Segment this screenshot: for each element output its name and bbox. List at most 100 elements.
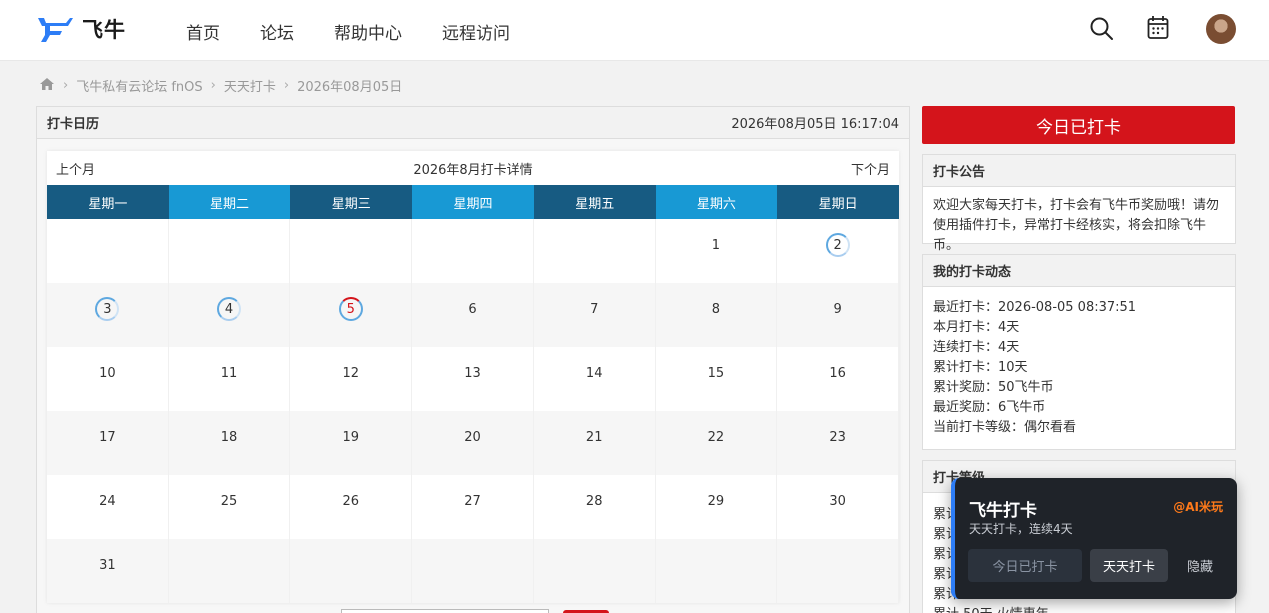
calendar-caption: 2026年8月打卡详情 xyxy=(413,162,533,178)
nav-remote-access[interactable]: 远程访问 xyxy=(442,19,510,44)
weekday-header: 星期五 xyxy=(533,185,656,219)
site-name: 飞牛 xyxy=(82,18,126,42)
day-number: 21 xyxy=(585,429,603,445)
popup-daily-checkin-button[interactable]: 天天打卡 xyxy=(1090,549,1168,582)
checked-in-today-button[interactable]: 今日已打卡 xyxy=(922,106,1235,144)
day-number: 18 xyxy=(220,429,238,445)
calendar-day-cell: 8 xyxy=(655,283,778,347)
calendar-day-cell: 7 xyxy=(533,283,656,347)
calendar-day-cell: 3 xyxy=(47,283,169,347)
calendar-day-cell: 1 xyxy=(656,219,778,283)
prev-month-link[interactable]: 上个月 xyxy=(56,159,95,178)
checked-day-number: 2 xyxy=(825,233,850,257)
day-number: 7 xyxy=(590,301,599,317)
day-number: 17 xyxy=(99,429,116,445)
calendar-day-cell: 21 xyxy=(533,411,656,475)
calendar-day-cell: 16 xyxy=(777,347,899,411)
breadcrumb-checkin[interactable]: 天天打卡 xyxy=(224,76,276,95)
calendar-day-cell: 10 xyxy=(47,347,169,411)
nav-forum[interactable]: 论坛 xyxy=(260,19,294,44)
checkin-popup: 飞牛打卡 @AI米玩 天天打卡，连续4天 今日已打卡 天天打卡 隐藏 xyxy=(951,478,1237,599)
day-number: 16 xyxy=(829,365,846,381)
popup-hide-button[interactable]: 隐藏 xyxy=(1175,549,1225,582)
calendar-day-cell: 19 xyxy=(290,411,413,475)
weekday-header: 星期二 xyxy=(168,185,291,219)
stat-level: 当前打卡等级：偶尔看看 xyxy=(933,420,1077,435)
weekday-header: 星期三 xyxy=(290,185,413,219)
calendar-day-cell: 12 xyxy=(290,347,413,411)
stat-streak: 连续打卡：4天 xyxy=(933,340,1020,355)
calendar-empty-cell xyxy=(412,219,534,283)
stat-last-checkin: 最近打卡：2026-08-05 08:37:51 xyxy=(933,300,1137,315)
calendar-day-cell: 29 xyxy=(656,475,778,539)
breadcrumb-separator: › xyxy=(283,78,290,93)
top-navigation-bar: 飞牛 首页 论坛 帮助中心 远程访问 xyxy=(0,0,1269,61)
calendar-day-cell: 14 xyxy=(534,347,656,411)
popup-brand: @AI米玩 xyxy=(1173,500,1223,514)
calendar-day-cell: 17 xyxy=(47,411,169,475)
nav-home[interactable]: 首页 xyxy=(186,19,220,44)
weekday-header: 星期日 xyxy=(777,185,899,219)
my-checkin-stats-card: 我的打卡动态 最近打卡：2026-08-05 08:37:51 本月打卡：4天 … xyxy=(922,254,1236,450)
calendar-day-cell: 9 xyxy=(777,283,899,347)
weekday-header: 星期四 xyxy=(412,185,534,219)
fnos-logo-icon xyxy=(38,18,73,42)
my-stats-list: 最近打卡：2026-08-05 08:37:51 本月打卡：4天 连续打卡：4天… xyxy=(923,287,1235,447)
day-number: 15 xyxy=(707,365,725,381)
stat-month-days: 本月打卡：4天 xyxy=(933,320,1020,335)
day-number: 6 xyxy=(468,301,477,317)
calendar-day-cell: 15 xyxy=(656,347,778,411)
day-number: 8 xyxy=(711,301,721,317)
notice-card: 打卡公告 欢迎大家每天打卡，打卡会有飞牛币奖励哦！请勿使用插件打卡，异常打卡经核… xyxy=(922,154,1236,253)
calendar-empty-cell xyxy=(412,539,534,603)
breadcrumb-forum[interactable]: 飞牛私有云论坛 fnOS xyxy=(76,76,202,95)
calendar-day-cell: 24 xyxy=(47,475,169,539)
home-icon[interactable] xyxy=(39,77,55,95)
day-number: 13 xyxy=(464,365,481,381)
calendar-panel-title: 打卡日历 xyxy=(47,117,100,132)
calendar-grid: 星期一 星期二 星期三 星期四 星期五 星期六 星期日 1 2 3 4 5 6 7 8 9 10 1… xyxy=(47,185,899,603)
calendar-empty-cell xyxy=(290,219,413,283)
calendar-empty-cell xyxy=(533,539,656,603)
my-stats-title: 我的打卡动态 xyxy=(923,255,1235,287)
user-avatar[interactable] xyxy=(1206,14,1236,44)
checked-day-number: 4 xyxy=(217,297,242,321)
day-number: 14 xyxy=(585,365,603,381)
breadcrumb: › 飞牛私有云论坛 fnOS › 天天打卡 › 2026年08月05日 xyxy=(39,76,402,95)
calendar-empty-cell xyxy=(655,539,778,603)
calendar-panel-header: 打卡日历 2026年08月05日 16:17:04 xyxy=(37,107,909,139)
popup-checked-button[interactable]: 今日已打卡 xyxy=(968,549,1082,582)
search-icon[interactable] xyxy=(1089,16,1114,45)
day-number: 26 xyxy=(342,493,360,509)
site-logo[interactable]: 飞牛 xyxy=(36,14,126,44)
calendar-empty-cell xyxy=(168,539,291,603)
calendar-empty-cell xyxy=(290,539,413,603)
day-number: 25 xyxy=(220,493,238,509)
day-number: 1 xyxy=(711,237,721,253)
calendar-icon[interactable] xyxy=(1147,15,1169,44)
calendar-day-cell: 5 xyxy=(290,283,413,347)
day-number: 22 xyxy=(707,429,725,445)
calendar-day-cell: 27 xyxy=(412,475,534,539)
calendar-day-cell: 26 xyxy=(290,475,413,539)
calendar-empty-cell xyxy=(777,539,899,603)
stat-total-reward: 累计奖励：50飞牛币 xyxy=(933,380,1054,395)
calendar-day-cell: 4 xyxy=(168,283,291,347)
day-number: 20 xyxy=(464,429,481,445)
day-number: 31 xyxy=(99,557,116,573)
calendar-day-cell: 13 xyxy=(412,347,534,411)
calendar-nav: 上个月 2026年8月打卡详情 下个月 xyxy=(47,151,899,185)
nav-help-center[interactable]: 帮助中心 xyxy=(334,19,402,44)
day-number: 11 xyxy=(220,365,238,381)
breadcrumb-separator: › xyxy=(210,78,216,93)
weekday-header: 星期一 xyxy=(47,185,169,219)
breadcrumb-separator: › xyxy=(63,78,69,93)
day-number: 23 xyxy=(829,429,846,445)
calendar-day-cell: 11 xyxy=(169,347,291,411)
level-line: 累计 50天 火情惠年 xyxy=(933,605,1225,613)
calendar-empty-cell xyxy=(534,219,656,283)
checked-day-number: 3 xyxy=(95,297,120,321)
notice-title: 打卡公告 xyxy=(923,155,1235,187)
day-number: 10 xyxy=(99,365,116,381)
next-month-link[interactable]: 下个月 xyxy=(851,159,890,178)
